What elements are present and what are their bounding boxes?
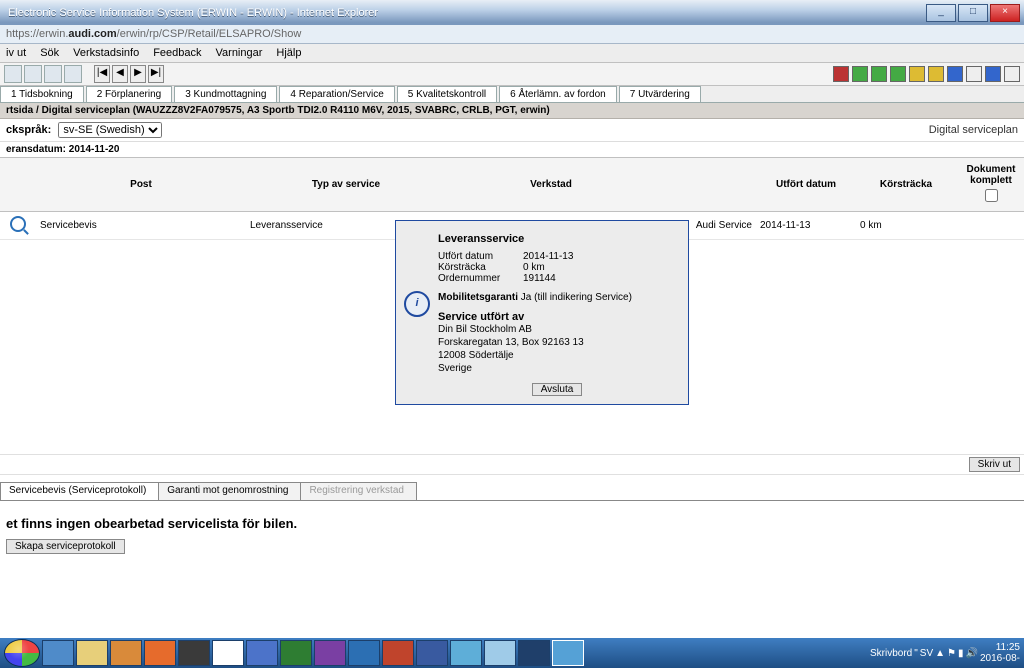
tab-7[interactable]: 7 Utvärdering	[619, 86, 701, 102]
status-icon[interactable]	[833, 66, 849, 82]
minimize-button[interactable]: _	[926, 4, 956, 22]
tray-icon[interactable]: ⚑	[947, 648, 956, 659]
tool-icon[interactable]	[24, 65, 42, 83]
col-header: Utfört datum	[756, 158, 856, 212]
close-button[interactable]: ×	[990, 4, 1020, 22]
menu-item[interactable]: Feedback	[153, 47, 201, 59]
col-header: Körsträcka	[856, 158, 956, 212]
bottom-tabs: Servicebevis (Serviceprotokoll) Garanti …	[0, 482, 1024, 501]
breadcrumb: rtsida / Digital serviceplan (WAUZZZ8V2F…	[0, 103, 1024, 119]
window-title: Electronic Service Information System (E…	[2, 7, 378, 19]
col-header: Post	[36, 158, 246, 212]
start-button[interactable]	[4, 639, 40, 667]
taskbar-item[interactable]	[42, 640, 74, 666]
taskbar: Skrivbord " SV ▲ ⚑ ▮ 🔊 11:25 2016-08-	[0, 638, 1024, 668]
print-row: Skriv ut	[0, 454, 1024, 475]
subtab-register: Registrering verkstad	[300, 482, 416, 500]
search-icon[interactable]	[44, 65, 62, 83]
taskbar-item[interactable]	[246, 640, 278, 666]
tab-3[interactable]: 3 Kundmottagning	[174, 86, 277, 102]
tray-label[interactable]: Skrivbord	[870, 648, 912, 659]
col-header: Verkstad	[446, 158, 656, 212]
delivery-date: eransdatum: 2014-11-20	[0, 142, 1024, 157]
tool-icon[interactable]	[1004, 66, 1020, 82]
info-icon: i	[404, 291, 430, 317]
toolstrip: |◀ ◀ ▶ ▶|	[0, 63, 1024, 86]
page-title: Digital serviceplan	[929, 124, 1018, 136]
menu-item[interactable]: iv ut	[6, 47, 26, 59]
nav-prev-button[interactable]: ◀	[112, 65, 128, 83]
tab-2[interactable]: 2 Förplanering	[86, 86, 172, 102]
tray-chevron-icon[interactable]: ▲	[935, 648, 945, 659]
search-icon[interactable]	[10, 216, 26, 232]
taskbar-item[interactable]	[144, 640, 176, 666]
warning-icon[interactable]	[928, 66, 944, 82]
process-tabs: 1 Tidsbokning 2 Förplanering 3 Kundmotta…	[0, 86, 1024, 103]
tool-icon[interactable]	[947, 66, 963, 82]
create-protocol-button[interactable]: Skapa serviceprotokoll	[6, 539, 125, 554]
taskbar-item[interactable]	[450, 640, 482, 666]
subtab-rust[interactable]: Garanti mot genomrostning	[158, 482, 301, 500]
tab-6[interactable]: 6 Återlämn. av fordon	[499, 86, 617, 102]
tray-network-icon[interactable]: ▮	[958, 648, 964, 659]
address-bar[interactable]: https://erwin.audi.com/erwin/rp/CSP/Reta…	[0, 25, 1024, 44]
tool-icon[interactable]	[966, 66, 982, 82]
menu-item[interactable]: Verkstadsinfo	[73, 47, 139, 59]
taskbar-item[interactable]	[110, 640, 142, 666]
print-button[interactable]: Skriv ut	[969, 457, 1020, 472]
taskbar-item[interactable]	[212, 640, 244, 666]
window-titlebar: Electronic Service Information System (E…	[0, 0, 1024, 25]
print-icon[interactable]	[64, 65, 82, 83]
col-header: Dokument komplett	[956, 158, 1024, 212]
lang-label: ckspråk:	[6, 124, 51, 136]
warning-icon[interactable]	[909, 66, 925, 82]
tray-clock[interactable]: 11:25 2016-08-	[980, 642, 1020, 664]
taskbar-item[interactable]	[382, 640, 414, 666]
no-service-msg: et finns ingen obearbetad servicelista f…	[6, 516, 1018, 531]
popup-title: Leveransservice	[438, 233, 676, 245]
tab-5[interactable]: 5 Kvalitetskontroll	[397, 86, 497, 102]
tool-icon[interactable]	[985, 66, 1001, 82]
status-icon[interactable]	[890, 66, 906, 82]
subtab-protocol[interactable]: Servicebevis (Serviceprotokoll)	[0, 482, 159, 500]
nav-first-button[interactable]: |◀	[94, 65, 110, 83]
col-header: Typ av service	[246, 158, 446, 212]
taskbar-item[interactable]	[348, 640, 380, 666]
taskbar-item[interactable]	[518, 640, 550, 666]
menu-item[interactable]: Sök	[40, 47, 59, 59]
taskbar-item[interactable]	[484, 640, 516, 666]
status-icon[interactable]	[852, 66, 868, 82]
detail-popup: i Leveransservice Utfört datum2014-11-13…	[395, 220, 689, 405]
nav-last-button[interactable]: ▶|	[148, 65, 164, 83]
language-select[interactable]: sv-SE (Swedish)	[58, 122, 162, 138]
close-popup-button[interactable]: Avsluta	[532, 383, 583, 396]
col-header	[656, 158, 756, 212]
status-icon[interactable]	[871, 66, 887, 82]
taskbar-item[interactable]	[280, 640, 312, 666]
tab-4[interactable]: 4 Reparation/Service	[279, 86, 394, 102]
taskbar-item[interactable]	[178, 640, 210, 666]
taskbar-item[interactable]	[314, 640, 346, 666]
taskbar-item[interactable]	[76, 640, 108, 666]
doc-complete-checkbox[interactable]	[985, 189, 998, 202]
tray-volume-icon[interactable]: 🔊	[966, 648, 978, 659]
menu-item[interactable]: Hjälp	[276, 47, 301, 59]
taskbar-item[interactable]	[416, 640, 448, 666]
tray-lang[interactable]: SV	[920, 648, 933, 659]
menu-item[interactable]: Varningar	[216, 47, 263, 59]
tab-1[interactable]: 1 Tidsbokning	[0, 86, 84, 102]
nav-next-button[interactable]: ▶	[130, 65, 146, 83]
taskbar-item[interactable]	[552, 640, 584, 666]
language-row: ckspråk: sv-SE (Swedish) Digital service…	[0, 119, 1024, 142]
bottom-pane: et finns ingen obearbetad servicelista f…	[0, 508, 1024, 562]
app-menu: iv ut Sök Verkstadsinfo Feedback Varning…	[0, 44, 1024, 63]
col-header	[0, 158, 36, 212]
tool-icon[interactable]	[4, 65, 22, 83]
maximize-button[interactable]: □	[958, 4, 988, 22]
